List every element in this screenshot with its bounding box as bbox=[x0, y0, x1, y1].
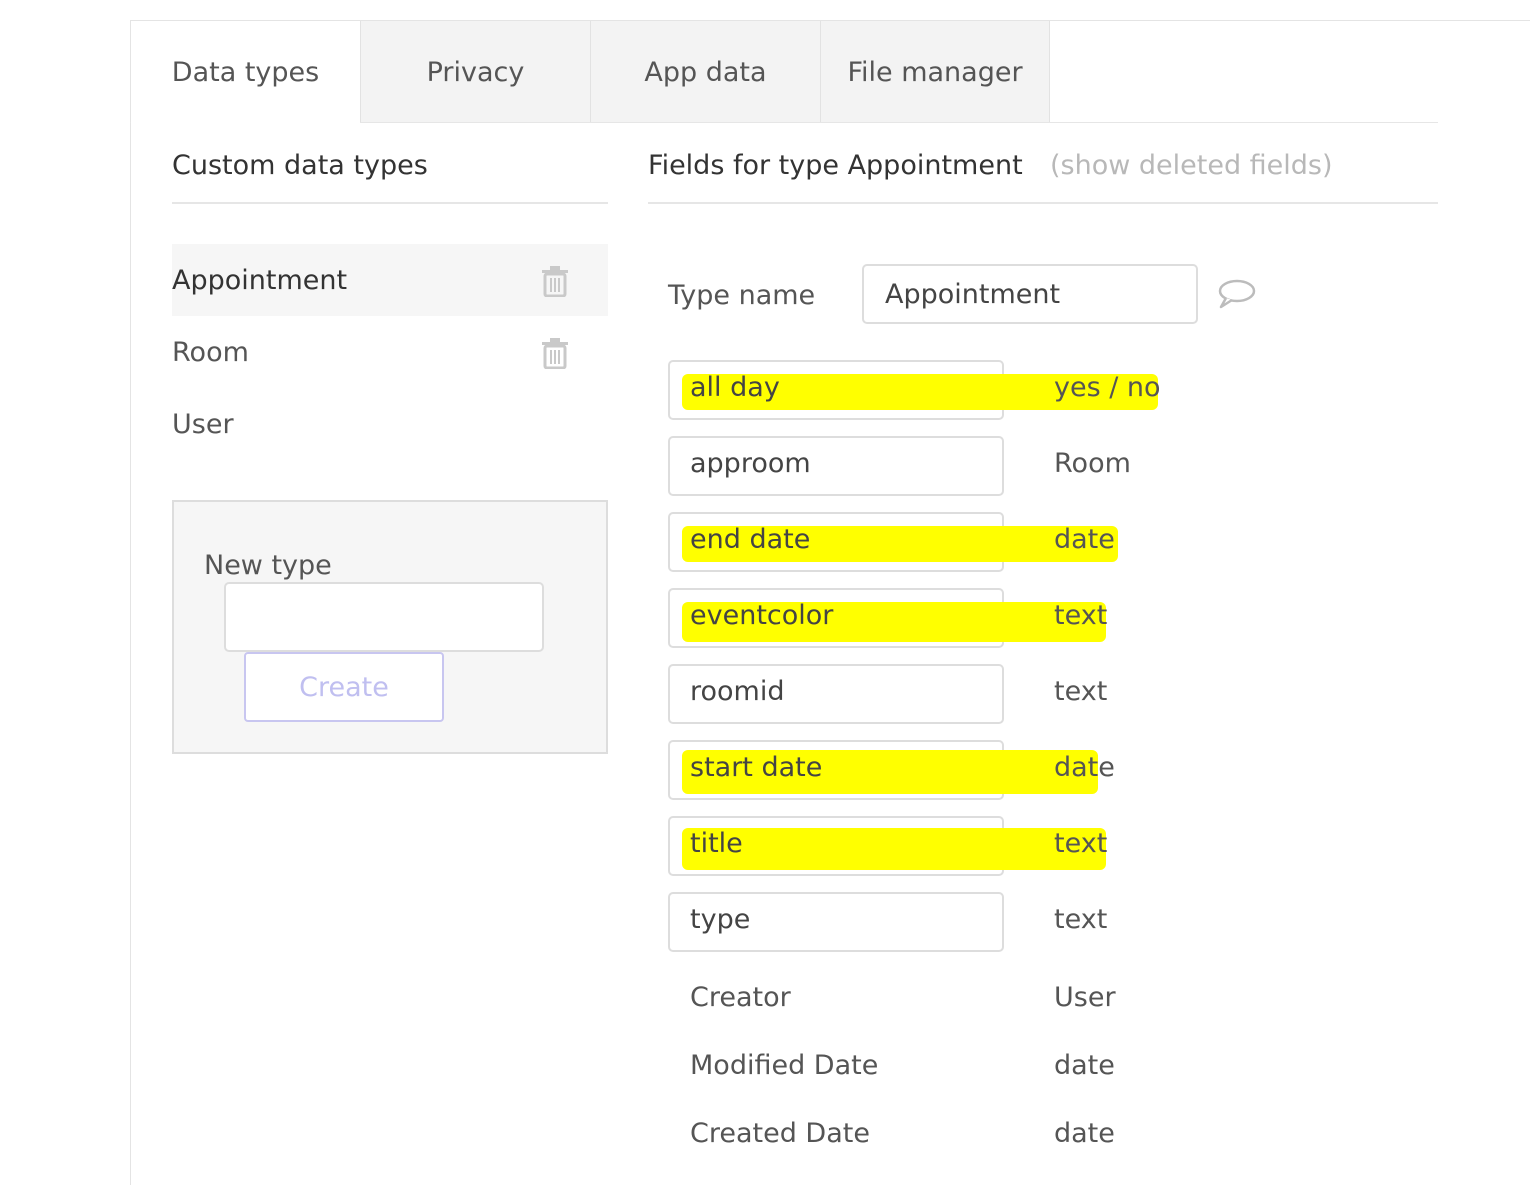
left-heading-divider bbox=[172, 202, 608, 204]
type-name-label: Type name bbox=[668, 280, 816, 311]
field-type[interactable]: text bbox=[1054, 676, 1107, 707]
builtin-field-creator: Creator User bbox=[668, 982, 1188, 1022]
field-name: title bbox=[690, 828, 743, 859]
field-type[interactable]: text bbox=[1054, 600, 1107, 631]
field-type[interactable]: text bbox=[1054, 904, 1107, 935]
field-row-type[interactable]: type text bbox=[668, 892, 1188, 952]
field-type[interactable]: date bbox=[1054, 524, 1115, 555]
type-item-label: Room bbox=[172, 336, 249, 368]
tab-data-types[interactable]: Data types bbox=[131, 21, 360, 124]
field-type: User bbox=[1054, 982, 1116, 1013]
type-name-input[interactable]: Appointment bbox=[862, 264, 1198, 324]
field-name: Creator bbox=[690, 982, 791, 1013]
type-item-appointment[interactable]: Appointment bbox=[172, 244, 608, 316]
builtin-field-modified-date: Modified Date date bbox=[668, 1050, 1188, 1090]
field-name: type bbox=[690, 904, 751, 935]
field-name: end date bbox=[690, 524, 811, 555]
field-row-eventcolor[interactable]: eventcolor text bbox=[668, 588, 1188, 648]
trash-icon[interactable] bbox=[540, 337, 570, 369]
trash-icon[interactable] bbox=[540, 265, 570, 297]
field-row-start-date[interactable]: start date date bbox=[668, 740, 1188, 800]
field-name: all day bbox=[690, 372, 780, 403]
field-type[interactable]: yes / no bbox=[1054, 372, 1161, 403]
tab-app-data[interactable]: App data bbox=[590, 21, 821, 123]
type-item-label: User bbox=[172, 408, 234, 440]
field-row-all-day[interactable]: all day yes / no bbox=[668, 360, 1188, 420]
highlight-mark bbox=[682, 828, 1106, 870]
tab-file-manager[interactable]: File manager bbox=[820, 21, 1050, 123]
field-name: approom bbox=[690, 448, 811, 479]
right-heading-divider bbox=[648, 202, 1438, 204]
builtin-field-created-date: Created Date date bbox=[668, 1118, 1188, 1158]
field-name: start date bbox=[690, 752, 823, 783]
field-type[interactable]: date bbox=[1054, 752, 1115, 783]
field-row-roomid[interactable]: roomid text bbox=[668, 664, 1188, 724]
create-button[interactable]: Create bbox=[244, 652, 444, 722]
field-type[interactable]: Room bbox=[1054, 448, 1131, 479]
fields-heading: Fields for type Appointment bbox=[648, 150, 1023, 181]
show-deleted-fields-link[interactable]: (show deleted fields) bbox=[1050, 150, 1333, 181]
field-type: date bbox=[1054, 1118, 1115, 1149]
field-name: Modified Date bbox=[690, 1050, 879, 1081]
new-type-input[interactable] bbox=[224, 582, 544, 652]
type-item-label: Appointment bbox=[172, 264, 348, 296]
comment-icon[interactable] bbox=[1216, 278, 1256, 310]
field-name: Created Date bbox=[690, 1118, 870, 1149]
field-row-title[interactable]: title text bbox=[668, 816, 1188, 876]
field-type[interactable]: text bbox=[1054, 828, 1107, 859]
field-row-end-date[interactable]: end date date bbox=[668, 512, 1188, 572]
field-type: date bbox=[1054, 1050, 1115, 1081]
tab-privacy[interactable]: Privacy bbox=[360, 21, 591, 123]
type-item-user[interactable]: User bbox=[172, 388, 608, 460]
type-item-room[interactable]: Room bbox=[172, 316, 608, 388]
new-type-label: New type bbox=[204, 550, 332, 581]
field-name: eventcolor bbox=[690, 600, 834, 631]
field-row-approom[interactable]: approom Room bbox=[668, 436, 1188, 496]
field-name: roomid bbox=[690, 676, 785, 707]
custom-data-types-heading: Custom data types bbox=[172, 150, 428, 181]
